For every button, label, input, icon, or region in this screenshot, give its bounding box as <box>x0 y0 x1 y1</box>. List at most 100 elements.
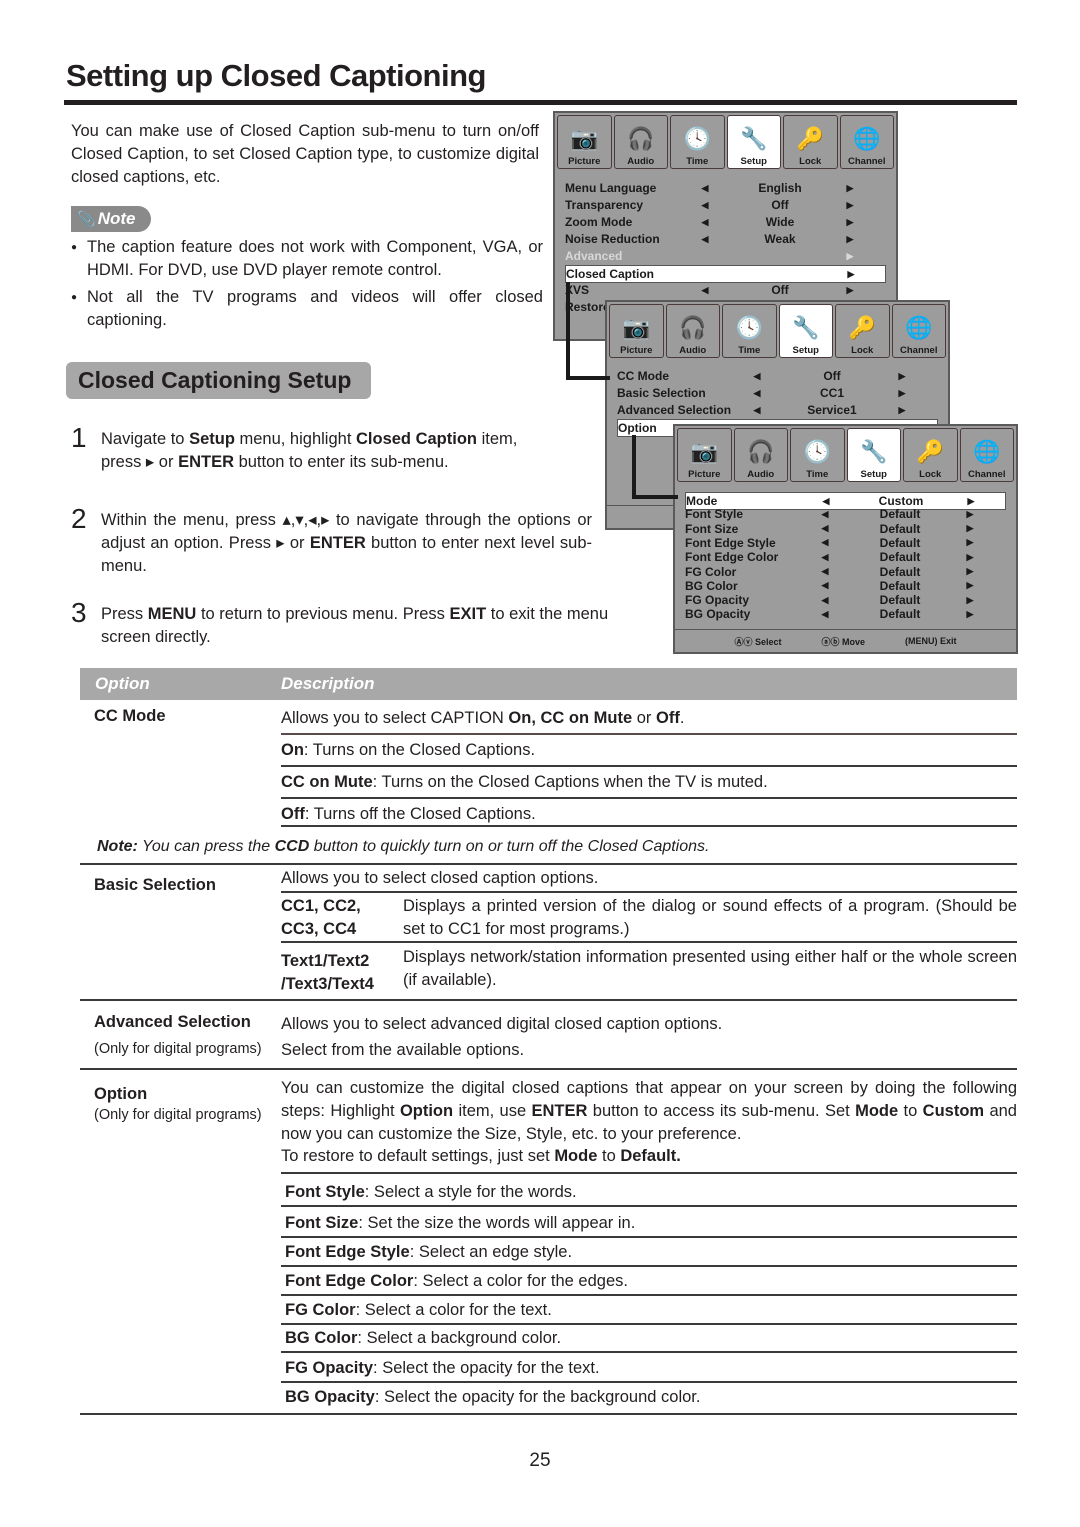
menu-tab-channel: 🌐 Channel <box>839 115 894 169</box>
right-arrow-icon: ▶ <box>846 199 854 210</box>
table-row-term: CC1, CC2, CC3, CC4 <box>281 897 361 938</box>
menu-row: Menu Language ◀ English ▶ <box>565 180 886 196</box>
menu-tab-picture: 📷 Picture <box>677 428 732 482</box>
right-arrow-icon: ▶ <box>846 284 854 295</box>
connector-line <box>566 282 570 380</box>
camera-icon: 📷 <box>622 315 650 340</box>
menu-row-label: Advanced Selection <box>617 403 732 417</box>
left-arrow-icon: ◀ <box>701 216 709 227</box>
tab-label: Channel <box>968 469 1006 480</box>
table-row: Displays a printed version of the dialog… <box>403 897 1017 938</box>
right-arrow-icon: ▶ <box>966 580 974 591</box>
step-number: 2 <box>71 503 87 534</box>
option-description: Allows you to select closed caption opti… <box>281 869 599 887</box>
menu-row-label: Font Size <box>685 521 739 536</box>
menu-row-label: Font Edge Color <box>685 550 779 565</box>
note-list: The caption feature does not work with C… <box>71 236 543 336</box>
globe-icon: 🌐 <box>853 126 881 151</box>
menu-tab-lock: 🔑 Lock <box>783 115 838 169</box>
menu-row: Transparency ◀ Off ▶ <box>565 197 886 213</box>
headphones-icon: 🎧 <box>679 315 707 340</box>
lock-icon: 🔑 <box>848 315 876 340</box>
menu-row-value: Default <box>879 607 921 622</box>
menu-tab-lock: 🔑 Lock <box>835 304 890 358</box>
menu-tab-audio: 🎧 Audio <box>733 428 788 482</box>
left-arrow-icon: ◀ <box>701 284 709 295</box>
option-name: Option <box>94 1085 148 1103</box>
headphones-icon: 🎧 <box>627 126 655 151</box>
footer-exit: (MENU) Exit <box>905 636 957 646</box>
menu-row-value: Default <box>879 521 921 536</box>
clock-icon: 🕓 <box>683 126 711 151</box>
tab-label: Lock <box>919 469 942 480</box>
camera-icon: 📷 <box>690 439 718 464</box>
menu-row-label: Closed Caption <box>566 267 655 281</box>
right-arrow-icon: ▶ <box>846 250 854 261</box>
menu-row-label: Advanced <box>565 249 623 263</box>
headphones-icon: 🎧 <box>747 439 775 464</box>
menu-tabs: 📷 Picture 🎧 Audio 🕓 Time 🔧 Setup 🔑 Lock 🌐 Channel <box>675 426 1016 484</box>
menu-tab-time: 🕓 Time <box>670 115 725 169</box>
option-description: Allows you to select CAPTION On, CC on M… <box>281 709 685 727</box>
right-arrow-icon: ▶ <box>966 551 974 562</box>
step-2: 2 Within the menu, press ▴,▾,◂,▸ to navi… <box>71 503 593 576</box>
step-1: 1 Navigate to Setup menu, highlight Clos… <box>71 422 518 472</box>
camera-icon: 📷 <box>570 126 598 151</box>
tab-label: Setup <box>792 345 819 356</box>
menu-tab-channel: 🌐 Channel <box>891 304 946 358</box>
tab-label: Time <box>806 469 829 480</box>
menu-row-value: Off <box>771 283 789 297</box>
menu-row-value: Service1 <box>807 403 857 417</box>
option-note: (Only for digital programs) <box>94 1107 262 1123</box>
step-number: 1 <box>71 422 87 453</box>
left-arrow-icon: ◀ <box>821 594 829 605</box>
paperclip-icon: 📎 <box>77 211 96 228</box>
right-arrow-icon: ▶ <box>966 523 974 534</box>
wrench-icon: 🔧 <box>740 126 768 151</box>
menu-row-label: Basic Selection <box>617 386 706 400</box>
menu-tab-setup: 🔧 Setup <box>778 304 833 358</box>
clock-icon: 🕓 <box>803 439 831 464</box>
right-arrow-icon: ▶ <box>966 537 974 548</box>
right-arrow-icon: ▶ <box>898 404 906 415</box>
left-arrow-icon: ◀ <box>822 495 830 506</box>
menu-row: Noise Reduction ◀ Weak ▶ <box>565 231 886 247</box>
left-arrow-icon: ◀ <box>701 199 709 210</box>
left-arrow-icon: ◀ <box>701 233 709 244</box>
right-arrow-icon: ▶ <box>898 387 906 398</box>
menu-row-value: Default <box>879 564 921 579</box>
menu-row: CC Mode ◀ Off ▶ <box>617 368 938 384</box>
menu-tabs: 📷 Picture 🎧 Audio 🕓 Time 🔧 Setup 🔑 Lock 🌐 Channel <box>555 113 896 171</box>
tab-label: Time <box>738 345 761 356</box>
footer-move: ⓐⓑ Move <box>821 636 866 647</box>
menu-tab-lock: 🔑 Lock <box>903 428 958 482</box>
note-item: Not all the TV programs and videos will … <box>71 286 543 332</box>
lock-icon: 🔑 <box>796 126 824 151</box>
right-arrow-icon: ▶ <box>966 608 974 619</box>
left-arrow-icon: ◀ <box>821 537 829 548</box>
left-arrow-icon: ◀ <box>821 508 829 519</box>
menu-row-value: Wide <box>765 215 795 229</box>
menu-row: BG Opacity ◀ Default ▶ <box>685 606 1006 622</box>
tab-label: Picture <box>620 345 653 356</box>
left-arrow-icon: ◀ <box>753 404 761 415</box>
left-arrow-icon: ◀ <box>753 387 761 398</box>
menu-tab-audio: 🎧 Audio <box>665 304 720 358</box>
option-note: (Only for digital programs) <box>94 1041 262 1057</box>
step-3: 3 Press MENU to return to previous menu.… <box>71 597 609 647</box>
globe-icon: 🌐 <box>905 315 933 340</box>
table-row: Displays network/station information pre… <box>403 948 1017 989</box>
tab-label: Setup <box>860 469 887 480</box>
right-arrow-icon: ▶ <box>846 233 854 244</box>
menu-row-label: Font Style <box>685 507 744 522</box>
menu-row-value: Default <box>879 578 921 593</box>
table-row: BG Opacity: Select the opacity for the b… <box>285 1388 701 1406</box>
option-name: Advanced Selection <box>94 1013 251 1031</box>
title-rule <box>64 100 1017 105</box>
right-arrow-icon: ▶ <box>846 216 854 227</box>
menu-row-label: Noise Reduction <box>565 232 660 246</box>
option-menu-screenshot: 📷 Picture 🎧 Audio 🕓 Time 🔧 Setup 🔑 Lock 🌐 Channel M… <box>673 424 1018 654</box>
tab-label: Audio <box>747 469 775 480</box>
menu-row-label: BG Color <box>685 578 738 593</box>
menu-row-value: Weak <box>764 232 796 246</box>
